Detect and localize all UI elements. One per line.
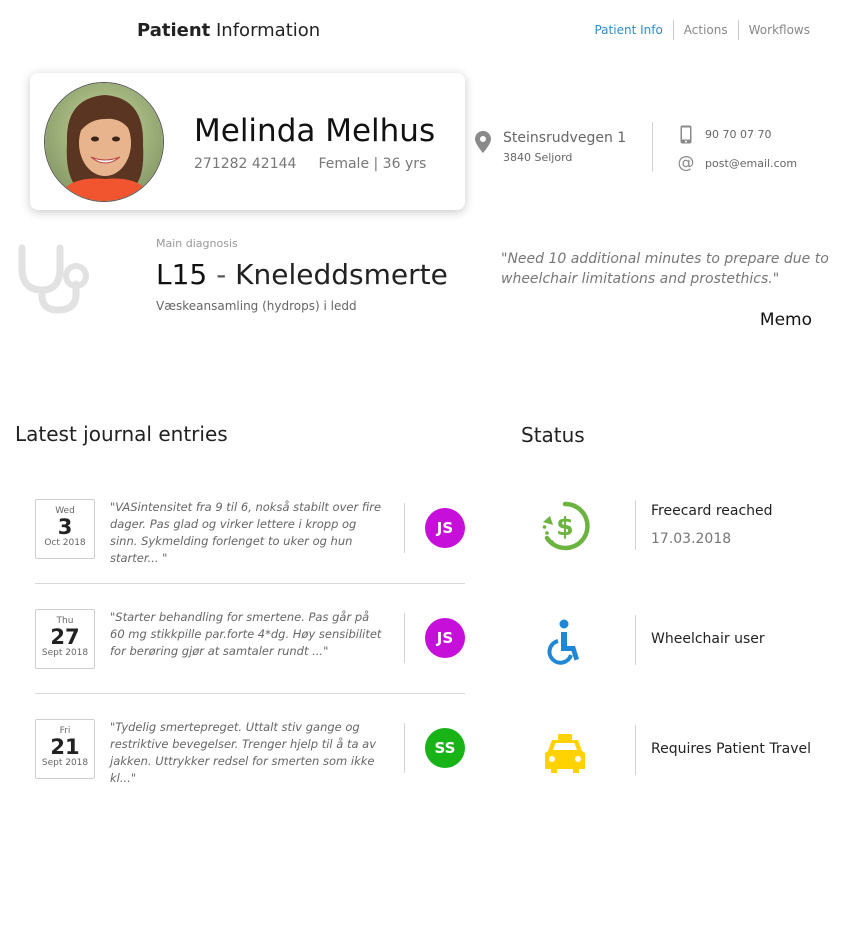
- contact-phone[interactable]: 90 70 07 70: [677, 125, 771, 144]
- entry-divider: [404, 503, 405, 553]
- address-contact-divider: [652, 122, 653, 172]
- mobile-phone-icon: [677, 125, 695, 144]
- entry-month: Sept 2018: [41, 648, 89, 658]
- status-label: Freecard reached: [651, 503, 773, 519]
- diagnosis-dash: -: [207, 258, 236, 291]
- entry-divider: [404, 723, 405, 773]
- status-divider: [635, 615, 636, 665]
- diagnosis-code: L15: [156, 258, 208, 291]
- journal-row-divider: [35, 693, 465, 694]
- entry-text: "VASintensitet fra 9 til 6, nokså stabil…: [110, 500, 382, 565]
- entry-date: Fri 21 Sept 2018: [35, 719, 95, 779]
- top-nav: Patient Info Actions Workflows: [584, 20, 820, 40]
- status-patient-travel: Requires Patient Travel: [521, 720, 821, 780]
- status-divider: [635, 725, 636, 775]
- journal-row-divider: [35, 583, 465, 584]
- avatar-photo: [45, 83, 163, 201]
- status-section-title: Status: [521, 423, 585, 447]
- entry-month: Oct 2018: [44, 538, 86, 548]
- nav-actions[interactable]: Actions: [672, 20, 738, 40]
- diagnosis-description: Væskeansamling (hydrops) i ledd: [156, 299, 357, 313]
- entry-day: 3: [57, 515, 73, 539]
- nav-workflows[interactable]: Workflows: [737, 20, 820, 40]
- status-label: Requires Patient Travel: [651, 741, 811, 757]
- entry-month: Sept 2018: [41, 758, 89, 768]
- patient-card: Melinda Melhus 271282 42144 Female | 36 y…: [30, 73, 465, 210]
- at-sign-icon: @: [677, 153, 695, 173]
- status-date: 17.03.2018: [651, 531, 732, 547]
- avatar: [44, 82, 164, 202]
- address-postal: 3840 Seljord: [503, 151, 573, 164]
- status-wheelchair: Wheelchair user: [521, 610, 821, 670]
- diagnosis-name: Kneleddsmerte: [235, 258, 448, 291]
- journal-entry[interactable]: Fri 21 Sept 2018 "Tydelig smertepreget. …: [35, 719, 465, 785]
- author-avatar[interactable]: JS: [425, 618, 465, 658]
- entry-divider: [404, 613, 405, 663]
- entry-day: 21: [50, 735, 80, 759]
- patient-name: Melinda Melhus: [194, 113, 436, 149]
- entry-text: "Tydelig smertepreget. Uttalt stiv gange…: [110, 720, 377, 785]
- author-avatar[interactable]: SS: [425, 728, 465, 768]
- entry-text: "Starter behandling for smertene. Pas gå…: [110, 610, 382, 658]
- journal-section-title: Latest journal entries: [15, 422, 228, 446]
- nav-patient-info[interactable]: Patient Info: [584, 20, 672, 40]
- journal-entry[interactable]: Thu 27 Sept 2018 "Starter behandling for…: [35, 609, 465, 669]
- svg-text:$: $: [556, 512, 573, 541]
- status-freecard: $ Freecard reached 17.03.2018: [521, 495, 821, 555]
- diagnosis-label: Main diagnosis: [156, 237, 238, 250]
- patient-gender-age: Female | 36 yrs: [318, 156, 427, 172]
- journal-entry[interactable]: Wed 3 Oct 2018 "VASintensitet fra 9 til …: [35, 499, 465, 565]
- wheelchair-icon: [539, 615, 591, 667]
- page-title-rest: Information: [216, 20, 321, 41]
- entry-date: Thu 27 Sept 2018: [35, 609, 95, 669]
- address-street: Steinsrudvegen 1: [503, 130, 627, 146]
- entry-day: 27: [50, 625, 80, 649]
- memo-text: "Need 10 additional minutes to prepare d…: [501, 251, 829, 287]
- page-title-bold: Patient: [137, 20, 211, 41]
- page-title: Patient Information: [137, 20, 320, 41]
- email-address: post@email.com: [705, 156, 798, 170]
- diagnosis-title: L15 - Kneleddsmerte: [156, 258, 448, 291]
- location-pin-icon: [475, 131, 491, 153]
- status-label: Wheelchair user: [651, 631, 765, 647]
- author-avatar[interactable]: JS: [425, 508, 465, 548]
- stethoscope-icon: [18, 244, 89, 314]
- taxi-icon: [539, 725, 591, 777]
- entry-date: Wed 3 Oct 2018: [35, 499, 95, 559]
- freecard-dollar-icon: $: [539, 500, 591, 552]
- patient-id: 271282 42144: [194, 156, 297, 172]
- contact-email[interactable]: @ post@email.com: [677, 153, 798, 173]
- status-divider: [635, 500, 636, 550]
- phone-number: 90 70 07 70: [705, 128, 772, 141]
- patient-meta: 271282 42144 Female | 36 yrs: [194, 156, 426, 172]
- memo-button[interactable]: Memo: [760, 310, 812, 330]
